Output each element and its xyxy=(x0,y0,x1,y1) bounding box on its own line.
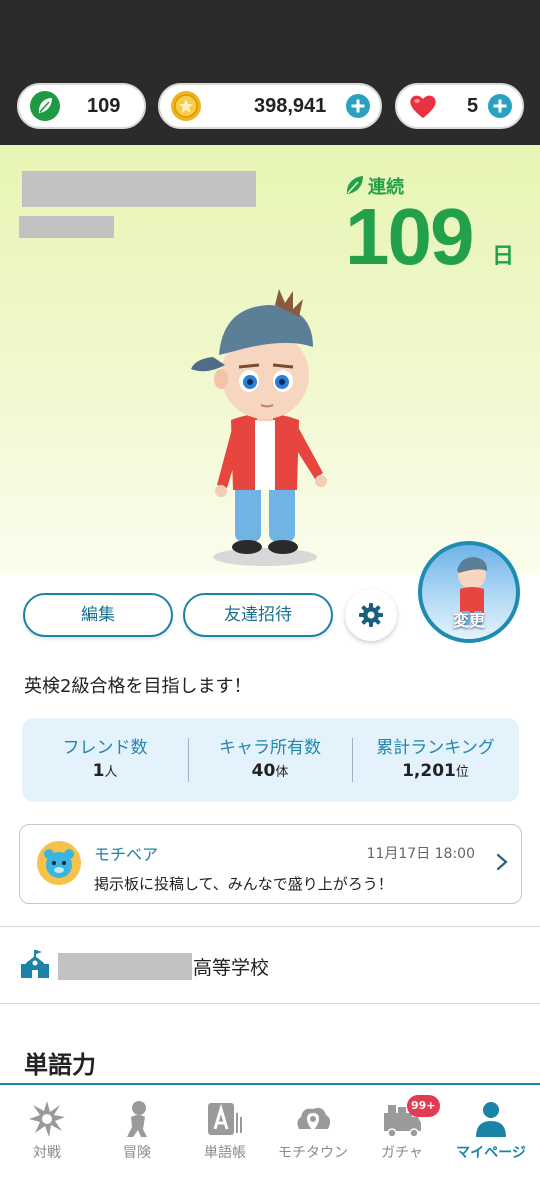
streak-unit: 日 xyxy=(492,244,515,269)
stat-friends[interactable]: フレンド数 1人 xyxy=(22,718,188,802)
mypage-icon xyxy=(476,1102,506,1137)
stat-unit: 位 xyxy=(455,765,469,780)
top-status-bar: 109 398,941 5 xyxy=(0,0,540,145)
wordbook-icon xyxy=(208,1103,242,1135)
coin-icon xyxy=(171,91,201,121)
edit-profile-button[interactable]: 編集 xyxy=(23,593,173,637)
divider xyxy=(0,1003,540,1004)
battle-icon xyxy=(29,1101,65,1137)
gear-icon xyxy=(359,603,383,627)
heart-counter[interactable]: 5 xyxy=(395,83,524,129)
profile-bio: 英検2級合格を目指します！ xyxy=(24,676,252,697)
add-coins-button[interactable] xyxy=(346,94,370,118)
bulletin-notice-card[interactable]: モチベア 11月17日 18:00 掲示板に投稿して、みんなで盛り上がろう！ xyxy=(19,824,522,904)
leaf-count: 109 xyxy=(87,95,121,117)
stat-unit: 体 xyxy=(275,765,289,780)
tab-gacha[interactable]: 99+ ガチャ xyxy=(357,1085,447,1165)
stat-label: キャラ所有数 xyxy=(219,738,321,758)
tab-label: ガチャ xyxy=(381,1145,423,1161)
school-suffix: 高等学校 xyxy=(193,957,270,979)
notice-sender: モチベア xyxy=(94,845,159,864)
stat-value: 1 xyxy=(92,761,105,781)
school-name-redacted xyxy=(58,953,192,980)
tab-label: 冒険 xyxy=(123,1145,151,1161)
leaf-icon xyxy=(30,91,60,121)
tab-wordbook[interactable]: 単語帳 xyxy=(180,1085,270,1165)
stats-panel: フレンド数 1人 キャラ所有数 40体 累計ランキング 1,201位 xyxy=(22,718,519,802)
stat-ranking[interactable]: 累計ランキング 1,201位 xyxy=(352,718,519,802)
tab-mochitown[interactable]: モチタウン xyxy=(268,1085,358,1165)
chevron-right-icon xyxy=(496,853,508,871)
tab-battle[interactable]: 対戦 xyxy=(2,1085,92,1165)
tab-mypage[interactable]: マイページ xyxy=(446,1085,536,1165)
coin-count: 398,941 xyxy=(254,95,327,117)
change-avatar-button[interactable]: 変更 xyxy=(418,541,520,643)
tab-label: マイページ xyxy=(456,1145,526,1161)
section-title-vocab: 単語力 xyxy=(24,1051,96,1079)
username-redacted xyxy=(22,171,256,207)
adventure-icon xyxy=(127,1101,147,1137)
stat-value: 40 xyxy=(251,761,276,781)
settings-button[interactable] xyxy=(345,589,397,641)
tab-label: 単語帳 xyxy=(204,1145,246,1161)
user-id-redacted xyxy=(19,216,114,238)
notice-time: 11月17日 18:00 xyxy=(366,846,475,862)
stat-label: 累計ランキング xyxy=(376,738,495,758)
leaf-counter[interactable]: 109 xyxy=(17,83,146,129)
notice-message: 掲示板に投稿して、みんなで盛り上がろう！ xyxy=(94,875,393,893)
heart-icon xyxy=(410,95,436,118)
stat-label: フレンド数 xyxy=(62,738,148,758)
bear-icon xyxy=(44,849,74,878)
invite-friends-button[interactable]: 友達招待 xyxy=(183,593,333,637)
add-hearts-button[interactable] xyxy=(488,94,512,118)
town-icon xyxy=(297,1107,331,1131)
gacha-badge: 99+ xyxy=(407,1095,440,1117)
mochibear-avatar xyxy=(37,841,81,885)
tab-label: モチタウン xyxy=(278,1145,348,1161)
tab-label: 対戦 xyxy=(33,1145,61,1161)
tab-adventure[interactable]: 冒険 xyxy=(92,1085,182,1165)
coin-counter[interactable]: 398,941 xyxy=(158,83,382,129)
school-row[interactable]: 高等学校 xyxy=(0,927,540,1003)
school-icon xyxy=(21,950,49,978)
avatar-character xyxy=(191,289,327,566)
stat-unit: 人 xyxy=(104,765,118,780)
stat-value: 1,201 xyxy=(402,761,456,781)
stat-characters[interactable]: キャラ所有数 40体 xyxy=(188,718,352,802)
streak-days: 109 xyxy=(345,192,474,281)
bottom-navigation: 対戦 冒険 単語帳 モチタウン 99+ ガチャ マイページ xyxy=(0,1083,540,1200)
heart-count: 5 xyxy=(467,95,479,117)
change-avatar-label: 変更 xyxy=(452,611,485,630)
